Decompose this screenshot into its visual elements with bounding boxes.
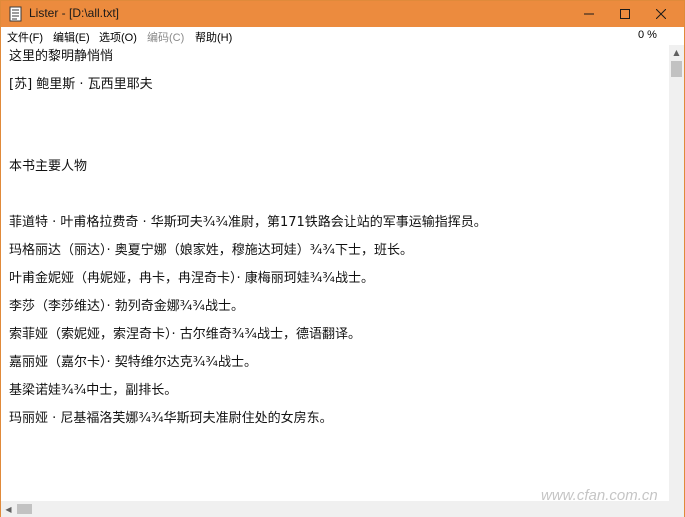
horizontal-scroll-thumb[interactable] [17,504,32,514]
scrollbar-corner [669,501,684,517]
text-line: 这里的黎明静悄悄 [9,49,114,64]
menu-help[interactable]: 帮助(H) [195,29,232,45]
menu-edit[interactable]: 编辑(E) [53,29,90,45]
text-line: 基梁诺娃¾¾中士，副排长。 [9,383,178,398]
title-bar[interactable]: Lister - [D:\all.txt] [1,1,684,27]
text-line: 嘉丽娅（嘉尔卡）· 契特维尔达克¾¾战士。 [9,355,257,370]
text-line: 叶甫金妮娅（冉妮娅，冉卡，冉涅奇卡）· 康梅丽珂娃¾¾战士。 [9,271,374,286]
text-line: 菲道特 · 叶甫格拉费奇 · 华斯珂夫¾¾准尉，第171铁路会让站的军事运输指挥… [9,215,487,230]
text-line: 李莎（李莎维达）· 勃列奇金娜¾¾战士。 [9,299,244,314]
text-line: 索菲娅（索妮娅，索涅奇卡）· 古尔维奇¾¾战士，德语翻译。 [9,327,361,342]
menu-bar: 文件(F) 编辑(E) 选项(O) 编码(C) 帮助(H) 0 % [1,27,684,45]
lister-window: Lister - [D:\all.txt] 文件(F) 编辑(E) 选项(O) … [0,0,685,517]
text-line: 玛格丽达（丽达）· 奥夏宁娜（娘家姓，穆施达珂娃）¾¾下士，班长。 [9,243,413,258]
minimize-button[interactable] [572,1,606,27]
menu-encoding[interactable]: 编码(C) [147,29,184,45]
vertical-scrollbar[interactable]: ▲ [669,45,684,501]
close-button[interactable] [644,1,678,27]
text-viewer[interactable]: 这里的黎明静悄悄 [苏] 鲍里斯 · 瓦西里耶夫 本书主要人物 菲道特 · 叶甫… [1,45,669,501]
text-line: [苏] 鲍里斯 · 瓦西里耶夫 [9,77,153,92]
text-line: 玛丽娅 · 尼基福洛芙娜¾¾华斯珂夫准尉住处的女房东。 [9,411,333,426]
close-icon [656,9,666,19]
watermark: www.cfan.com.cn [541,487,658,504]
text-line: 本书主要人物 [9,159,88,174]
maximize-button[interactable] [608,1,642,27]
window-title: Lister - [D:\all.txt] [29,6,120,20]
scroll-percent: 0 % [638,29,657,41]
document-icon [9,6,22,22]
menu-file[interactable]: 文件(F) [7,29,43,45]
scroll-left-icon[interactable]: ◀ [1,501,16,517]
minimize-icon [584,13,594,15]
scroll-up-icon[interactable]: ▲ [669,45,684,60]
menu-options[interactable]: 选项(O) [99,29,137,45]
maximize-icon [620,9,630,19]
vertical-scroll-thumb[interactable] [671,61,682,77]
